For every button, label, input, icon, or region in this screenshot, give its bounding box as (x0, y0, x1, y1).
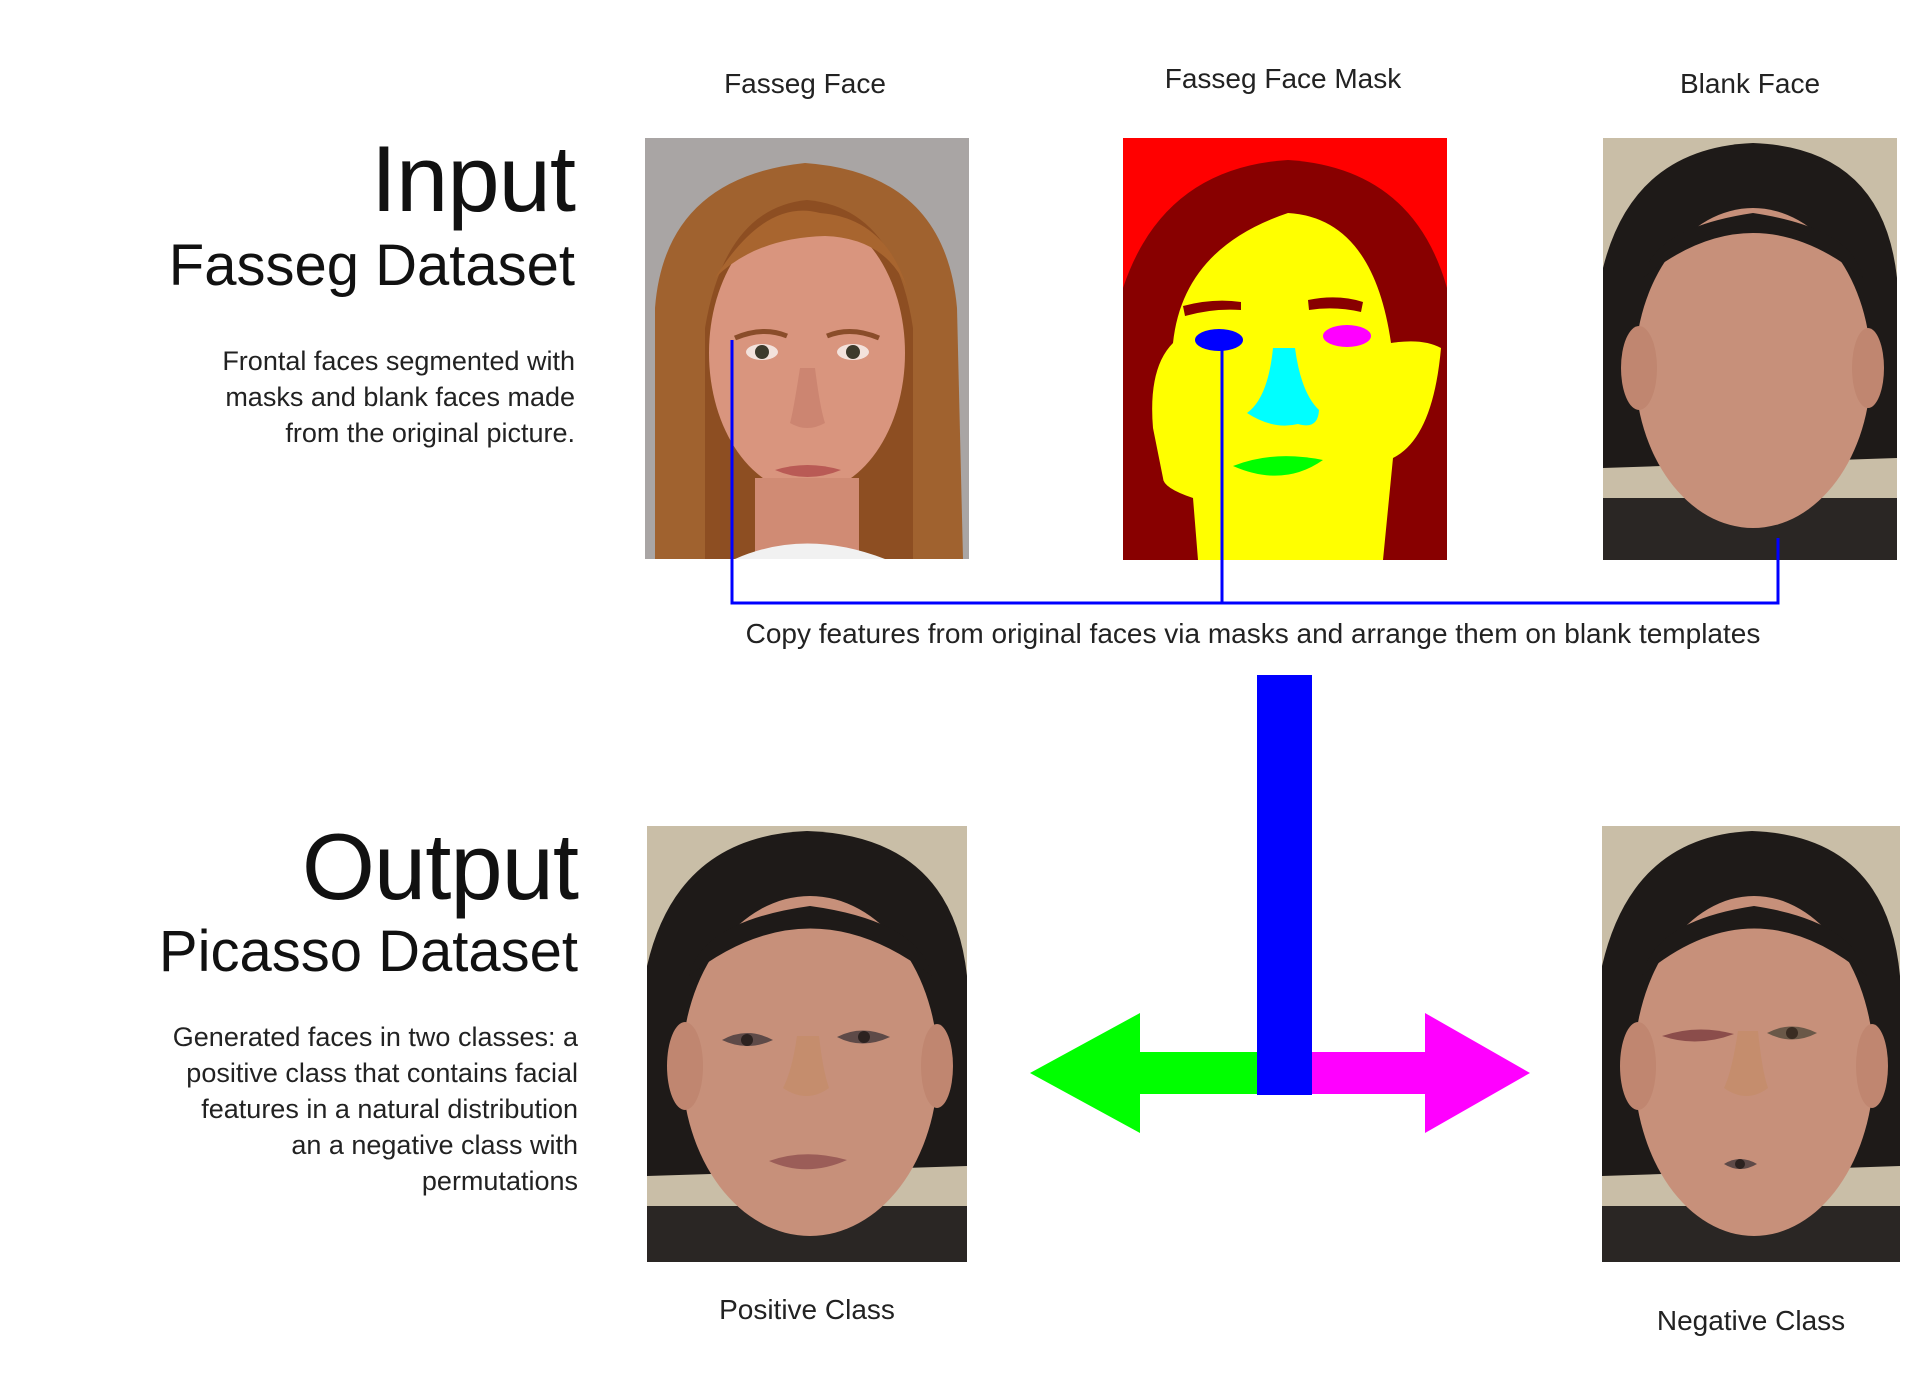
input-subtitle: Fasseg Dataset (168, 233, 575, 298)
output-subtitle: Picasso Dataset (158, 919, 578, 984)
copy-step-caption: Copy features from original faces via ma… (745, 618, 1761, 649)
input-description-line: Frontal faces segmented with (222, 346, 575, 376)
blank-face-image (1603, 138, 1897, 560)
left-arrow-green (1030, 1013, 1265, 1133)
positive-class-caption: Positive Class (719, 1294, 895, 1325)
right-arrow-magenta (1310, 1013, 1530, 1133)
fasseg-face-caption: Fasseg Face (724, 68, 886, 99)
negative-class-image (1602, 826, 1900, 1262)
output-description-line: permutations (421, 1166, 578, 1196)
fasseg-mask-caption: Fasseg Face Mask (1164, 63, 1402, 94)
negative-class-caption: Negative Class (1656, 1305, 1846, 1336)
output-description-line: features in a natural distribution (201, 1094, 578, 1124)
input-title: Input (370, 126, 576, 231)
output-title: Output (301, 814, 579, 919)
output-description: Generated faces in two classes: a positi… (173, 1019, 578, 1199)
down-arrow-stem-blue (1257, 675, 1312, 1095)
output-description-line: an a negative class with (291, 1130, 578, 1160)
positive-class-image (647, 826, 967, 1262)
output-description-line: positive class that contains facial (186, 1058, 578, 1088)
output-description-line: Generated faces in two classes: a (172, 1022, 578, 1052)
input-description-line: from the original picture. (285, 418, 575, 448)
input-description-line: masks and blank faces made (225, 382, 575, 412)
blank-face-caption: Blank Face (1679, 68, 1821, 99)
fasseg-face-image (645, 138, 969, 559)
split-arrow (1030, 675, 1530, 1133)
input-description: Frontal faces segmented with masks and b… (222, 343, 575, 451)
fasseg-mask-image (1123, 138, 1447, 560)
